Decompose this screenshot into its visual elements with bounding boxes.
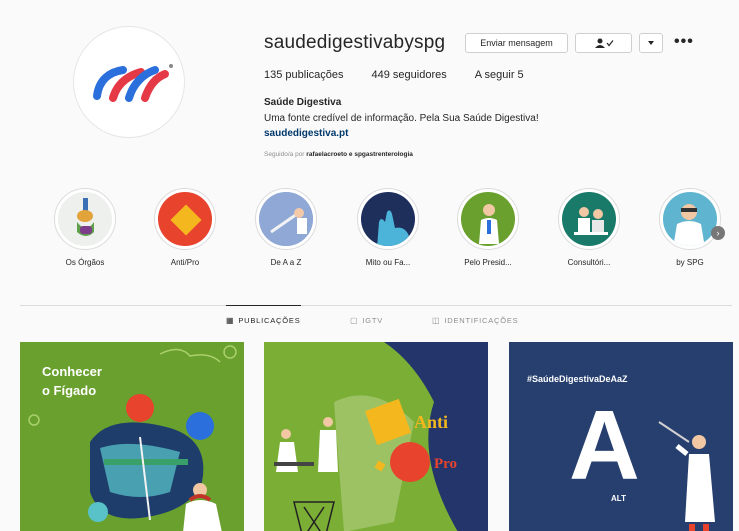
tab-label: IDENTIFICAÇÕES: [444, 315, 519, 325]
followed-by[interactable]: Seguido/a por rafaelacroeto e spgastrent…: [264, 151, 413, 158]
tab-label: IGTV: [362, 315, 384, 325]
tab-publicacoes[interactable]: ▦ PUBLICAÇÕES: [226, 305, 301, 335]
spg-doctor-icon: [663, 192, 717, 246]
highlight-pelo-presidente[interactable]: Pelo Presid...: [448, 188, 528, 267]
highlight-label: Os Órgãos: [65, 258, 105, 267]
more-options-icon[interactable]: •••: [674, 33, 694, 51]
story-highlights: Os Órgãos Anti/Pro De A a Z Mito ou Fa..…: [0, 188, 739, 278]
hand-icon: [361, 192, 415, 246]
tab-identificacoes[interactable]: ◫ IDENTIFICAÇÕES: [432, 305, 518, 335]
highlight-label: Mito ou Fa...: [365, 258, 411, 267]
suggestions-dropdown-button[interactable]: [639, 33, 663, 53]
send-message-button[interactable]: Enviar mensagem: [465, 33, 568, 53]
profile-username: saudedigestivabyspg: [264, 32, 446, 53]
profile-tabs: ▦ PUBLICAÇÕES ▢ IGTV ◫ IDENTIFICAÇÕES: [0, 305, 739, 335]
followers-count[interactable]: 449 seguidores: [372, 69, 447, 81]
highlight-os-orgaos[interactable]: Os Órgãos: [45, 188, 125, 267]
profile-bio: Uma fonte credível de informação. Pela S…: [264, 113, 539, 124]
highlight-de-a-a-z[interactable]: De A a Z: [246, 188, 326, 267]
teacher-illustration: [658, 421, 715, 531]
highlight-mito-ou-facto[interactable]: Mito ou Fa...: [348, 188, 428, 267]
tab-igtv[interactable]: ▢ IGTV: [350, 305, 383, 335]
posts-count: 135 publicações: [264, 69, 344, 81]
tab-label: PUBLICAÇÕES: [238, 316, 301, 325]
diamond-icon: [158, 192, 212, 246]
brand-logo-icon: [93, 64, 173, 102]
post-conhecer-o-figado[interactable]: Conhecer o Fígado: [20, 342, 244, 531]
post-word-anti: Anti: [414, 412, 449, 432]
doctor-icon: [461, 192, 515, 246]
post-anti-pro[interactable]: Anti Pro: [264, 342, 488, 531]
profile-avatar[interactable]: [73, 26, 185, 138]
tag-icon: ◫: [432, 315, 441, 325]
profile-stats: 135 publicações 449 seguidores A seguir …: [264, 69, 524, 81]
post-title-line-1: Conhecer: [42, 364, 102, 379]
following-button[interactable]: [575, 33, 632, 53]
highlight-label: Anti/Pro: [170, 258, 200, 267]
pointer-hand-icon: [259, 192, 313, 246]
grid-icon: ▦: [226, 316, 235, 325]
highlight-anti-pro[interactable]: Anti/Pro: [145, 188, 225, 267]
user-check-icon: [594, 38, 613, 48]
following-count[interactable]: A seguir 5: [475, 69, 524, 81]
anti-pro-illustration: [274, 342, 488, 531]
post-saude-digestiva-de-a-a-z[interactable]: #SaúdeDigestivaDeAaZ A ALT: [509, 342, 733, 531]
highlight-label: by SPG: [676, 258, 704, 267]
highlights-next-arrow-icon[interactable]: ›: [711, 226, 725, 240]
highlight-label: Pelo Presid...: [464, 258, 512, 267]
profile-display-name: Saúde Digestiva: [264, 97, 342, 108]
consultation-icon: [562, 192, 616, 246]
chevron-down-icon: [648, 41, 654, 45]
highlight-label: De A a Z: [270, 258, 302, 267]
followed-by-names: rafaelacroeto e spgastrenterologia: [306, 151, 413, 158]
highlight-label: Consultóri...: [567, 258, 611, 267]
highlight-consultorio[interactable]: Consultóri...: [549, 188, 629, 267]
post-title-line-2: o Fígado: [42, 383, 97, 398]
digestive-organs-icon: [58, 192, 112, 246]
profile-header: saudedigestivabyspg Enviar mensagem ••• …: [0, 0, 739, 180]
post-word-pro: Pro: [434, 456, 458, 472]
followed-by-prefix: Seguido/a por: [264, 151, 305, 158]
tv-icon: ▢: [350, 315, 359, 325]
profile-website-link[interactable]: saudedigestiva.pt: [264, 128, 348, 139]
posts-grid: Conhecer o Fígado Anti Pro #SaúdeDigesti…: [0, 342, 739, 531]
